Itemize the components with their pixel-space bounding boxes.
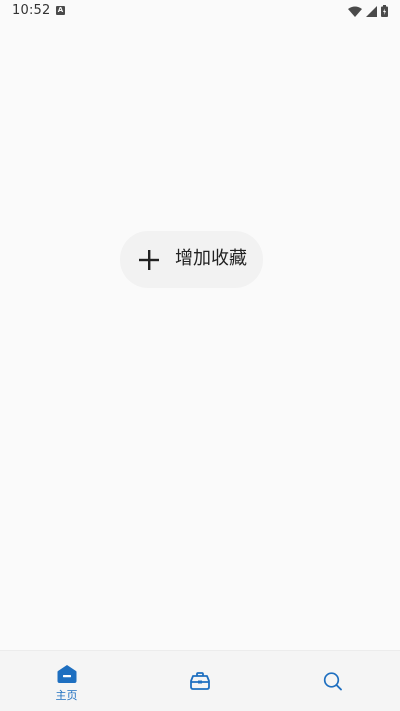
home-icon xyxy=(57,665,76,683)
plus-icon xyxy=(139,250,159,270)
signal-icon xyxy=(366,5,377,17)
status-time: 10:52 xyxy=(12,3,51,18)
bottom-navigation: 主页 xyxy=(0,650,400,711)
status-bar: 10:52 A xyxy=(0,0,400,22)
nav-label-home: 主页 xyxy=(55,689,78,702)
app-screen: 10:52 A 增加收藏 主页 xyxy=(0,0,400,711)
a-letter-icon: A xyxy=(56,6,65,15)
battery-icon xyxy=(381,5,388,17)
nav-item-home[interactable]: 主页 xyxy=(0,651,133,711)
add-favorite-label: 增加收藏 xyxy=(175,248,247,269)
toolbox-icon xyxy=(189,672,210,690)
add-favorite-button[interactable]: 增加收藏 xyxy=(120,231,263,288)
nav-item-search[interactable] xyxy=(266,651,399,711)
nav-item-tools[interactable] xyxy=(133,651,266,711)
wifi-icon xyxy=(348,6,362,17)
search-icon xyxy=(323,672,342,691)
status-icons xyxy=(348,4,388,18)
